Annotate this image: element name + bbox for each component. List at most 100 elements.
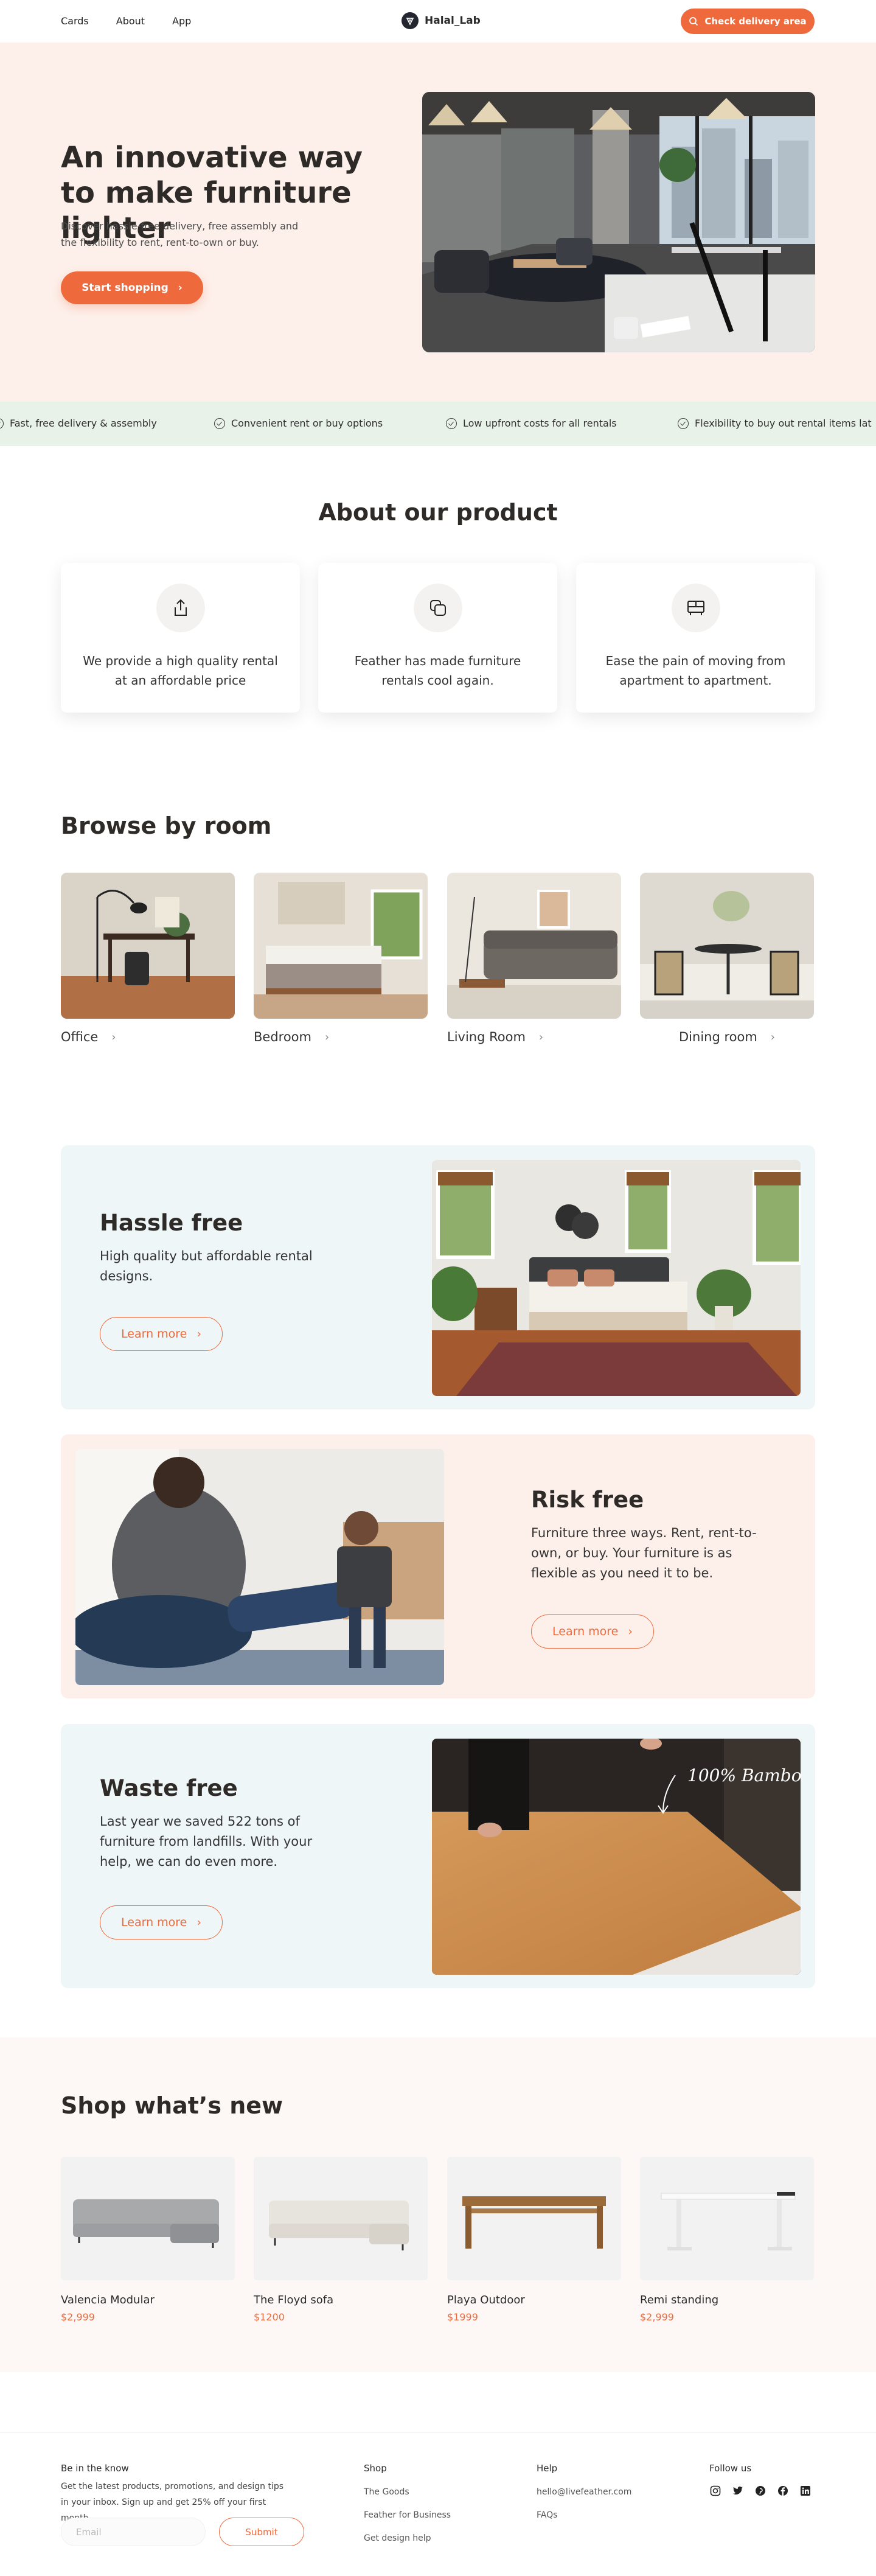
ticker-text: Convenient rent or buy options: [231, 417, 383, 429]
room-link-dining-room[interactable]: Dining room ›: [679, 1030, 775, 1044]
image-caption: 100% Bamboo: [687, 1765, 801, 1785]
footer-link[interactable]: FAQs: [537, 2510, 631, 2520]
linkedin-icon[interactable]: [799, 2485, 812, 2497]
learn-more-label: Learn more: [121, 1916, 187, 1929]
product-card[interactable]: Valencia Modular $2,999: [61, 2157, 235, 2323]
about-card-text: Ease the pain of moving from apartment t…: [605, 654, 786, 688]
feature-hassle-free: Hassle free High quality but affordable …: [61, 1145, 815, 1409]
facebook-icon[interactable]: [777, 2485, 789, 2497]
ticker-text: Fast, free delivery & assembly: [10, 417, 157, 429]
ticker-item: Low upfront costs for all rentals: [446, 417, 617, 429]
browse-title: Browse by room: [61, 812, 272, 839]
learn-more-button[interactable]: Learn more ›: [100, 1905, 223, 1939]
check-circle-icon: [214, 417, 225, 429]
check-delivery-button[interactable]: Check delivery area: [681, 9, 815, 34]
start-shopping-label: Start shopping: [82, 282, 169, 294]
feature-title: Risk free: [531, 1487, 644, 1513]
email-input[interactable]: Email: [61, 2518, 206, 2546]
learn-more-label: Learn more: [552, 1625, 619, 1638]
newsletter-title: Be in the know: [61, 2463, 129, 2474]
room-link-bedroom[interactable]: Bedroom ›: [254, 1030, 329, 1044]
top-nav: Cards About App Halal_Lab Check delivery…: [0, 0, 876, 43]
feature-waste-free: Waste free Last year we saved 522 tons o…: [61, 1724, 815, 1988]
footer-link[interactable]: Get design help: [364, 2533, 451, 2543]
chevron-right-icon: ›: [196, 1327, 201, 1341]
chevron-right-icon: ›: [196, 1916, 201, 1929]
footer-link[interactable]: The Goods: [364, 2487, 451, 2497]
twitter-icon[interactable]: [732, 2485, 744, 2497]
learn-more-button[interactable]: Learn more ›: [531, 1614, 654, 1649]
footer-follow: Follow us: [709, 2463, 812, 2497]
chevron-right-icon: ›: [324, 1030, 330, 1044]
room-link-office[interactable]: Office ›: [61, 1030, 116, 1044]
brand-logo-icon: [401, 12, 419, 29]
product-name: Playa Outdoor: [447, 2294, 525, 2306]
brand[interactable]: Halal_Lab: [401, 12, 481, 29]
check-circle-icon: [446, 417, 457, 429]
room-label: Bedroom: [254, 1030, 311, 1044]
product-image: [254, 2157, 428, 2280]
nav-link-about[interactable]: About: [116, 15, 145, 27]
chevron-right-icon: ›: [770, 1030, 775, 1044]
instagram-icon[interactable]: [709, 2485, 721, 2497]
product-price: $2,999: [61, 2311, 95, 2323]
footer-link[interactable]: hello@livefeather.com: [537, 2487, 631, 2497]
product-image: [61, 2157, 235, 2280]
chevron-right-icon: ›: [538, 1030, 544, 1044]
copy-icon: [414, 584, 462, 632]
ticker-text: Low upfront costs for all rentals: [463, 417, 617, 429]
learn-more-label: Learn more: [121, 1327, 187, 1341]
submit-button[interactable]: Submit: [219, 2518, 304, 2546]
about-card: We provide a high quality rental at an a…: [61, 563, 300, 713]
product-card[interactable]: The Floyd sofa $1200: [254, 2157, 428, 2323]
benefits-ticker: Fast, free delivery & assembly Convenien…: [0, 402, 876, 446]
room-office-image[interactable]: [61, 873, 235, 1019]
brand-name: Halal_Lab: [425, 15, 481, 27]
bamboo-feature-image: 100% Bamboo: [432, 1739, 801, 1975]
search-icon: [689, 17, 698, 26]
start-shopping-button[interactable]: Start shopping ›: [61, 271, 203, 304]
product-card[interactable]: Remi standing $2,999: [640, 2157, 814, 2323]
product-price: $1999: [447, 2311, 478, 2323]
chevron-right-icon: ›: [628, 1625, 633, 1638]
bedroom-feature-image: [432, 1160, 801, 1396]
nav-link-app[interactable]: App: [172, 15, 191, 27]
nav-link-cards[interactable]: Cards: [61, 15, 89, 27]
feature-title: Hassle free: [100, 1210, 243, 1236]
room-label: Dining room: [679, 1030, 757, 1044]
shop-title: Shop what’s new: [61, 2092, 283, 2119]
footer-link[interactable]: Feather for Business: [364, 2510, 451, 2520]
footer-help-title: Help: [537, 2463, 558, 2474]
product-card[interactable]: Playa Outdoor $1999: [447, 2157, 621, 2323]
feature-risk-free: Risk free Furniture three ways. Rent, re…: [61, 1434, 815, 1698]
nav-links: Cards About App: [61, 15, 191, 27]
check-delivery-label: Check delivery area: [704, 16, 807, 27]
product-price: $2,999: [640, 2311, 674, 2323]
product-image: [447, 2157, 621, 2280]
room-label: Living Room: [447, 1030, 526, 1044]
moving-feature-image: [75, 1449, 444, 1685]
ticker-item: Fast, free delivery & assembly: [0, 417, 157, 429]
room-bedroom-image[interactable]: [254, 873, 428, 1019]
pinterest-icon[interactable]: [754, 2485, 766, 2497]
feature-text: Last year we saved 522 tons of furniture…: [100, 1814, 313, 1869]
hero-section: An innovative way to make furniture ligh…: [0, 43, 876, 402]
product-name: Valencia Modular: [61, 2294, 155, 2306]
room-living-room-image[interactable]: [447, 873, 621, 1019]
room-link-living-room[interactable]: Living Room ›: [447, 1030, 543, 1044]
moving-box-icon: [672, 584, 720, 632]
footer-shop: Shop The Goods Feather for Business Get …: [364, 2463, 451, 2557]
room-label: Office: [61, 1030, 99, 1044]
footer: Be in the know Get the latest products, …: [0, 2432, 876, 2576]
check-circle-icon: [678, 417, 689, 429]
ticker-text: Flexibility to buy out rental items lat: [695, 417, 872, 429]
learn-more-button[interactable]: Learn more ›: [100, 1317, 223, 1351]
social-links: [709, 2485, 812, 2497]
footer-follow-title: Follow us: [709, 2463, 752, 2474]
footer-shop-title: Shop: [364, 2463, 387, 2474]
product-price: $1200: [254, 2311, 285, 2323]
product-image: [640, 2157, 814, 2280]
feature-text: High quality but affordable rental desig…: [100, 1249, 313, 1283]
room-dining-room-image[interactable]: [640, 873, 814, 1019]
chevron-right-icon: ›: [178, 282, 182, 294]
